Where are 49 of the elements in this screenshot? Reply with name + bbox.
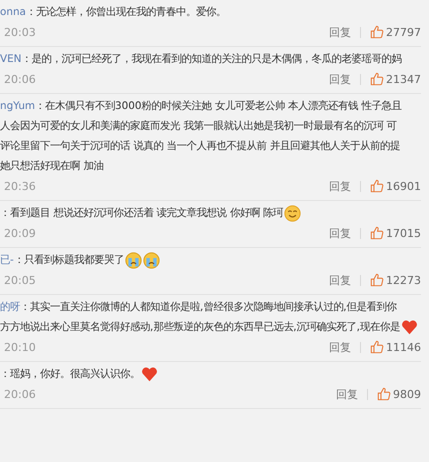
- like-count: 21347: [386, 72, 421, 86]
- thumbs-up-icon[interactable]: [370, 25, 384, 39]
- like-count: 16901: [386, 180, 421, 192]
- comment-text: ：只看到标题我都要哭了: [14, 253, 124, 268]
- crying-emoji-icon: [142, 252, 160, 268]
- like-count: 12273: [386, 274, 421, 286]
- heart-icon: [141, 366, 158, 382]
- comment-text: ：瑶妈，你好。很高兴认识你。: [0, 367, 140, 382]
- username-link[interactable]: ngYum: [0, 96, 36, 116]
- reply-link[interactable]: 回复: [329, 340, 351, 354]
- like-count: 27797: [386, 26, 421, 38]
- reply-link[interactable]: 回复: [329, 24, 351, 40]
- comment-text: 评论里留下一句关于沉珂的话 说真的 当一个人再也不提从前 并且回避其他人关于从前的提: [0, 139, 400, 154]
- heart-icon: [400, 318, 418, 336]
- comment-text: ：在木偶只有不到3000粉的时候关注她 女儿可爱老公帅 本人漂亮还有钱 性子急且: [35, 99, 402, 114]
- username-link[interactable]: 已-: [0, 250, 14, 270]
- comment-time: 20:03: [4, 26, 36, 38]
- comment-text: ：其实一直关注你微博的人都知道你是啦,曾经很多次隐晦地间接承认过的,但是看到你: [20, 300, 397, 315]
- like-count: 9809: [393, 388, 421, 400]
- reply-link[interactable]: 回复: [336, 386, 358, 402]
- comment-time: 20:06: [4, 72, 36, 86]
- comment-text: 方方地说出来心里莫名觉得好感动,那些叛逆的灰色的东西早已远去,沉珂确实死了,现在你是: [0, 320, 400, 335]
- like-count: 17015: [386, 226, 421, 240]
- username-link[interactable]: VEN: [0, 49, 22, 69]
- smile-emoji-icon: [284, 204, 302, 222]
- thumbs-up-icon[interactable]: [370, 226, 384, 240]
- crying-emoji-icon: [124, 252, 142, 268]
- reply-link[interactable]: 回复: [329, 272, 351, 288]
- comment-time: 20:06: [4, 388, 36, 400]
- reply-link[interactable]: 回复: [329, 226, 351, 240]
- comment-text: 人会因为可爱的女儿和美满的家庭而发光 我第一眼就认出她是我初一时最最有名的沉珂 可: [0, 119, 397, 134]
- comment-text: ：无论怎样，你曾出现在我的青春中。爱你。: [26, 5, 226, 20]
- reply-link[interactable]: 回复: [329, 178, 351, 194]
- thumbs-up-icon[interactable]: [370, 340, 384, 354]
- username-link[interactable]: 的呀: [0, 297, 20, 317]
- username-link[interactable]: onna: [0, 2, 26, 22]
- comment-time: 20:36: [4, 180, 36, 192]
- comment-text: ：看到题目 想说还好沉珂你还活着 读完文章我想说 你好啊 陈珂: [0, 206, 284, 221]
- thumbs-up-icon[interactable]: [370, 72, 384, 86]
- comment-text: ：是的，沉珂已经死了，我现在看到的知道的关注的只是木偶偶，冬瓜的老婆瑶哥的妈: [21, 52, 402, 67]
- comment-time: 20:10: [4, 340, 36, 354]
- thumbs-up-icon[interactable]: [370, 273, 384, 287]
- thumbs-up-icon[interactable]: [370, 179, 384, 193]
- comment-time: 20:09: [4, 226, 36, 240]
- comment-text: 她只想活好现在啊 加油: [0, 159, 104, 174]
- thumbs-up-icon[interactable]: [377, 387, 391, 401]
- reply-link[interactable]: 回复: [329, 72, 351, 86]
- like-count: 11146: [386, 340, 421, 354]
- comment-time: 20:05: [4, 274, 36, 286]
